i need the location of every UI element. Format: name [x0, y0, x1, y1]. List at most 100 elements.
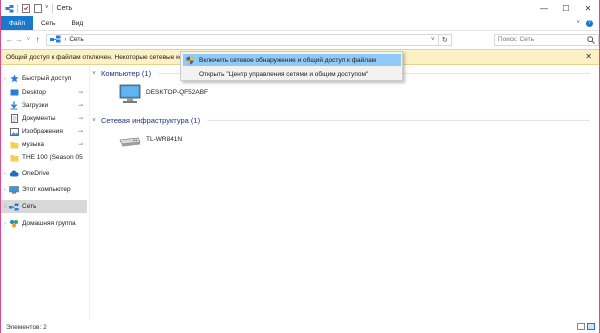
expand-chevron-icon[interactable]: › — [1, 187, 9, 193]
title-bar: ˅ Сеть — ☐ ✕ — [1, 0, 599, 16]
group-header-label: Компьютер (1) — [101, 69, 152, 78]
menu-item-label: Открыть "Центр управления сетями и общим… — [199, 70, 369, 78]
menu-item-enable-network-discovery[interactable]: Включить сетевое обнаружение и общий дос… — [183, 54, 401, 66]
pin-icon: ⊸ — [77, 129, 83, 135]
collapse-chevron-icon[interactable]: ˅ — [90, 71, 98, 77]
help-icon[interactable]: ? — [586, 19, 593, 27]
group-header-network-infrastructure[interactable]: ˅ Сетевая инфраструктура (1) — [90, 116, 590, 125]
sidebar-item-label: музыка — [22, 141, 45, 148]
download-icon — [9, 101, 19, 110]
tiles-view-button[interactable] — [587, 323, 595, 330]
recent-locations-button[interactable]: ˅ — [24, 34, 33, 46]
window-controls: — ☐ ✕ — [533, 0, 599, 16]
menu-item-label: Включить сетевое обнаружение и общий дос… — [199, 56, 377, 64]
menu-item-open-network-center[interactable]: Открыть "Центр управления сетями и общим… — [183, 68, 401, 80]
properties-icon[interactable] — [21, 3, 30, 13]
sidebar-item-music-folder[interactable]: музыка ⊸ — [1, 138, 87, 151]
sidebar-item-label: OneDrive — [22, 170, 50, 177]
ribbon-right-controls: ˅ ? — [576, 16, 599, 30]
pin-icon: ⊸ — [77, 103, 83, 109]
sidebar-item-label: Этот компьютер — [22, 186, 71, 193]
navigation-bar: ← → ˅ ↑ › Сеть ˅ ↻ Поиск: Сеть — [1, 31, 599, 48]
ribbon-collapse-button[interactable]: ˅ — [576, 20, 580, 26]
pictures-icon — [9, 127, 19, 136]
qat-separator — [51, 3, 53, 13]
up-button[interactable]: ↑ — [33, 34, 42, 46]
back-button[interactable]: ← — [5, 34, 14, 46]
homegroup-icon — [9, 219, 19, 228]
forward-button[interactable]: → — [14, 34, 23, 46]
collapse-chevron-icon[interactable]: ˅ — [90, 118, 98, 124]
list-item-router[interactable]: TL-WR841N — [118, 130, 182, 154]
monitor-icon — [118, 83, 142, 107]
file-list-view: ˅ Компьютер (1) DESKTOP-QF52ABF ˅ Сетева… — [90, 66, 598, 320]
sidebar-item-pictures[interactable]: Изображения ⊸ — [1, 125, 87, 138]
quick-access-toolbar: ˅ — [1, 0, 53, 16]
pin-icon: ⊸ — [77, 116, 83, 122]
sidebar-item-quick-access[interactable]: › Быстрый доступ — [1, 72, 87, 85]
cloud-icon — [9, 169, 19, 178]
address-dropdown[interactable]: ˅ — [428, 37, 438, 43]
folder-icon — [9, 153, 19, 162]
shield-icon — [183, 56, 197, 65]
sidebar-item-label: THE 100 (Season 05 — [22, 154, 83, 161]
minimize-button[interactable]: — — [533, 0, 555, 16]
list-item-computer[interactable]: DESKTOP-QF52ABF — [118, 83, 208, 107]
router-icon — [118, 130, 142, 154]
sidebar-item-downloads[interactable]: Загрузки ⊸ — [1, 99, 87, 112]
item-count: Элементов: 2 — [6, 323, 47, 331]
address-bar[interactable]: › Сеть ˅ — [46, 33, 439, 46]
search-box[interactable]: Поиск: Сеть — [493, 33, 599, 46]
new-folder-icon[interactable] — [33, 3, 42, 13]
navigation-pane: › Быстрый доступ Desktop ⊸ Загрузки ⊸ До… — [1, 66, 89, 320]
sidebar-item-desktop[interactable]: Desktop ⊸ — [1, 86, 87, 99]
sidebar-item-homegroup[interactable]: › Домашняя группа — [1, 217, 87, 230]
network-location-icon — [50, 35, 61, 45]
refresh-button[interactable]: ↻ — [438, 33, 452, 46]
item-name: TL-WR841N — [146, 136, 183, 143]
expand-chevron-icon[interactable]: › — [1, 171, 9, 177]
status-bar: Элементов: 2 — [1, 321, 599, 333]
sidebar-item-label: Desktop — [22, 89, 46, 96]
item-name: DESKTOP-QF52ABF — [146, 89, 209, 96]
qat-customize-dropdown[interactable]: ˅ — [45, 5, 49, 11]
details-view-button[interactable] — [577, 323, 585, 330]
pin-icon: ⊸ — [77, 142, 83, 148]
info-bar-text[interactable]: Общий доступ к файлам отключен. Некоторы… — [6, 54, 183, 61]
qat-separator — [17, 3, 18, 13]
breadcrumb-network[interactable]: Сеть — [69, 36, 83, 43]
explorer-window: ˅ Сеть — ☐ ✕ Файл Сеть Вид ˅ ? ← → ˅ ↑ ›… — [0, 0, 600, 333]
sidebar-item-the-100-folder[interactable]: THE 100 (Season 05 — [1, 151, 87, 164]
close-button[interactable]: ✕ — [577, 0, 599, 16]
folder-icon — [9, 140, 19, 149]
expand-chevron-icon[interactable]: › — [1, 221, 9, 227]
sidebar-item-documents[interactable]: Документы ⊸ — [1, 112, 87, 125]
documents-icon — [9, 114, 19, 123]
sidebar-item-label: Сеть — [22, 203, 37, 210]
expand-chevron-icon[interactable]: › — [1, 204, 9, 210]
tab-view[interactable]: Вид — [63, 16, 91, 30]
sidebar-item-onedrive[interactable]: › OneDrive — [1, 167, 87, 180]
group-divider — [207, 120, 590, 121]
network-app-icon — [5, 4, 14, 13]
sidebar-item-label: Документы — [22, 115, 56, 122]
window-title: Сеть — [56, 4, 73, 12]
tab-network[interactable]: Сеть — [33, 16, 63, 30]
expand-chevron-icon[interactable]: › — [1, 76, 9, 82]
info-bar-close-icon[interactable]: ✕ — [585, 52, 592, 61]
star-icon — [9, 74, 19, 83]
computer-icon — [9, 185, 19, 194]
view-switcher — [577, 323, 595, 330]
sidebar-item-network[interactable]: › Сеть — [1, 200, 87, 213]
pin-icon: ⊸ — [77, 90, 83, 96]
sidebar-item-label: Быстрый доступ — [22, 75, 72, 82]
sidebar-item-this-pc[interactable]: › Этот компьютер — [1, 183, 87, 196]
group-header-label: Сетевая инфраструктура (1) — [101, 116, 201, 125]
tab-file[interactable]: Файл — [1, 16, 33, 30]
search-input[interactable]: Поиск: Сеть — [498, 36, 587, 43]
breadcrumb-separator[interactable]: › — [64, 37, 66, 43]
sidebar-item-label: Изображения — [22, 128, 63, 135]
sidebar-item-label: Загрузки — [22, 102, 49, 109]
maximize-button[interactable]: ☐ — [555, 0, 577, 16]
ribbon-tabs: Файл Сеть Вид ˅ ? — [1, 16, 599, 31]
